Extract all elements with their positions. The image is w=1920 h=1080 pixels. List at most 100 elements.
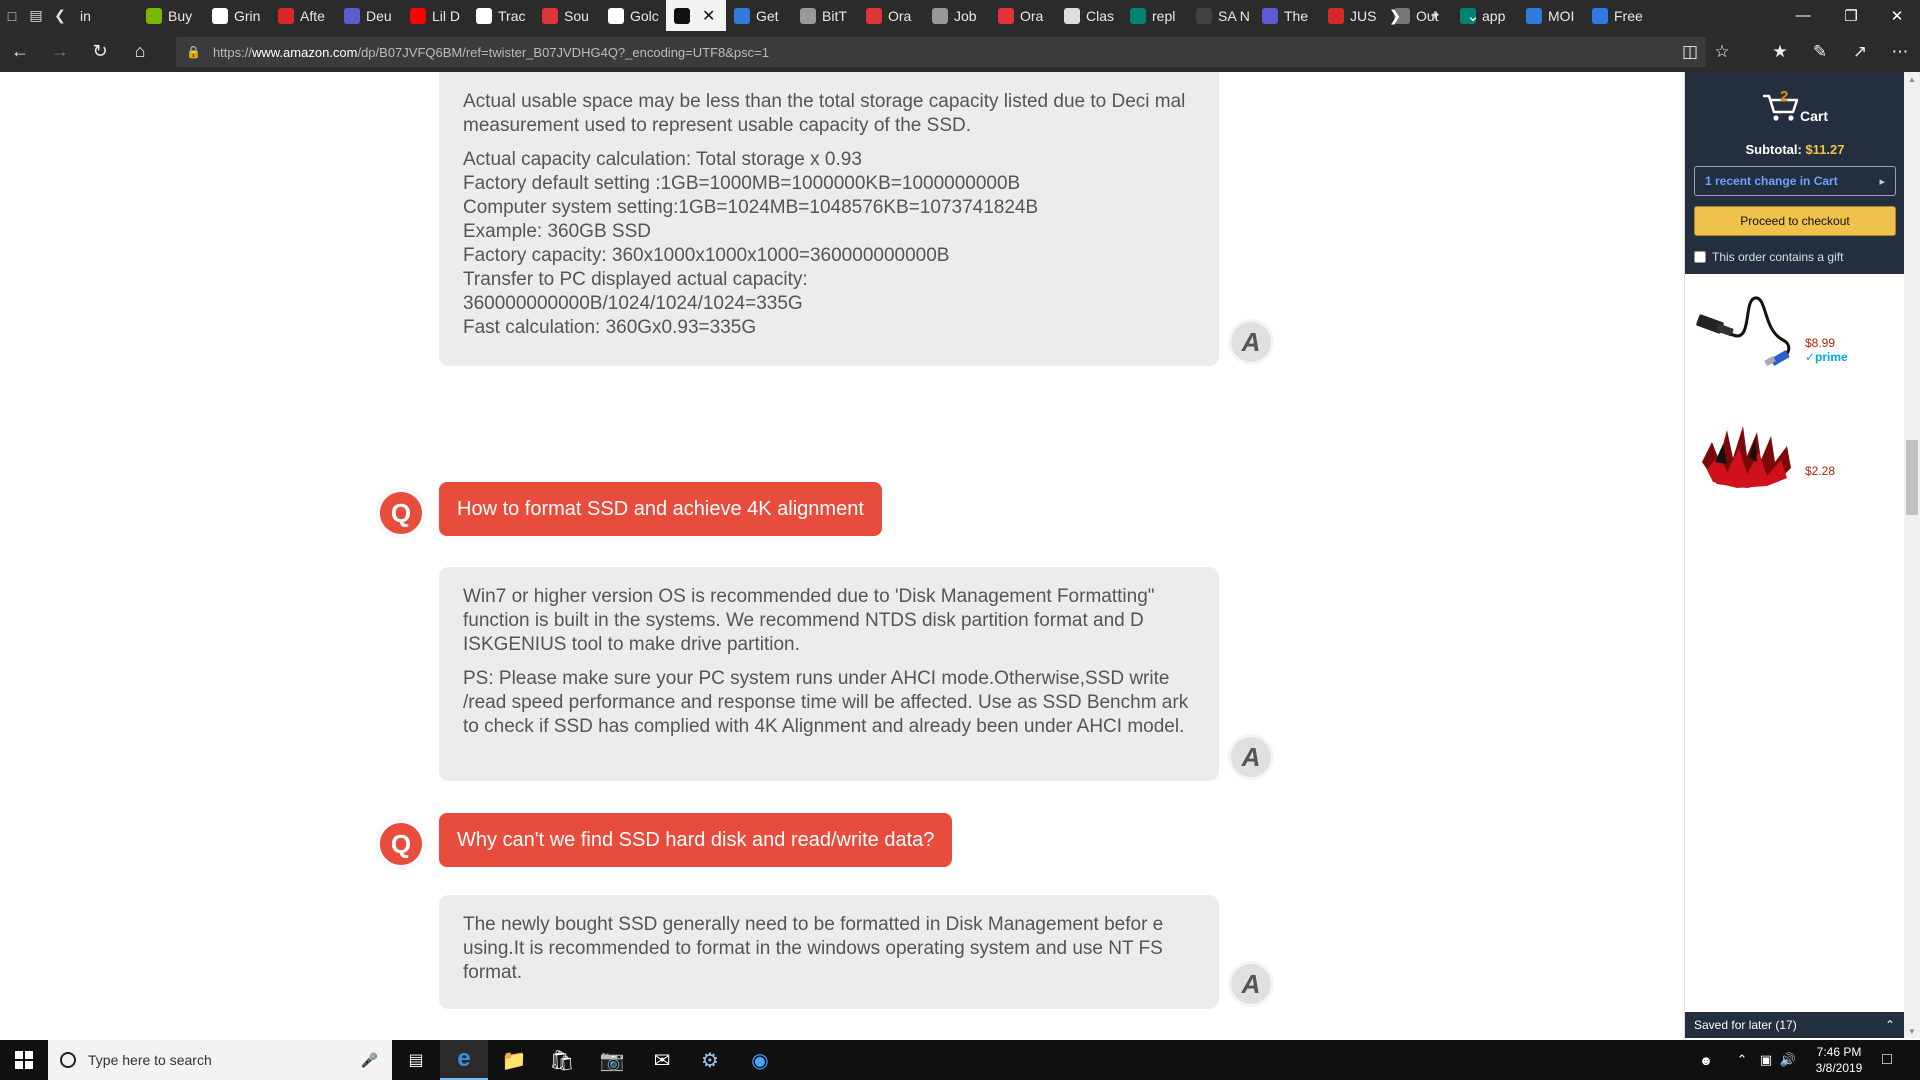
store-icon[interactable]: 🛍 (538, 1040, 586, 1080)
red-site-icon (278, 7, 294, 24)
costume-item-image[interactable] (1697, 422, 1797, 492)
browser-tab[interactable]: The (1254, 0, 1320, 31)
browser-tab[interactable]: in (72, 0, 138, 31)
show-hidden-icons-chevron[interactable]: ⌃ (1730, 1040, 1754, 1080)
scroll-up-arrow-icon[interactable]: ▲ (1904, 72, 1920, 86)
item-price: $8.99 (1805, 336, 1836, 350)
app-icon[interactable]: 📷 (588, 1040, 636, 1080)
scroll-tabs-left-icon[interactable]: ❮ (48, 0, 72, 31)
microphone-icon[interactable]: 🎤 (361, 1052, 378, 1069)
uplay-icon[interactable]: ◉ (736, 1040, 784, 1080)
windows-start-icon[interactable] (0, 1040, 48, 1080)
chevron-up-icon[interactable]: ⌃ (1885, 1018, 1895, 1032)
minimize-icon[interactable]: — (1780, 0, 1826, 31)
browser-tab[interactable]: Buy (138, 0, 204, 31)
question-text: How to format SSD and achieve 4K alignme… (457, 497, 864, 520)
tab-manager-icon[interactable]: □ (0, 0, 24, 31)
saved-for-later-bar[interactable]: Saved for later (17) ⌃ (1685, 1012, 1905, 1038)
window-close-icon[interactable]: ✕ (1874, 0, 1920, 31)
browser-tab[interactable]: MOI (1518, 0, 1584, 31)
file-explorer-icon[interactable]: 📁 (490, 1040, 538, 1080)
tab-label: Lil D (432, 7, 461, 24)
taskbar-search-box[interactable]: Type here to search 🎤 (48, 1040, 392, 1080)
browser-tab[interactable]: Job (924, 0, 990, 31)
youtube-icon (410, 7, 426, 24)
restore-icon[interactable]: ❐ (1828, 0, 1874, 31)
bing-icon (1130, 7, 1146, 24)
steam-icon[interactable]: ⚙ (686, 1040, 734, 1080)
favorite-star-icon[interactable]: ☆ (1702, 31, 1742, 72)
recent-change-button[interactable]: 1 recent change in Cart ▸ (1694, 166, 1896, 196)
browser-tab[interactable]: BitT (792, 0, 858, 31)
cart-header: 2 Cart Subtotal: $11.27 1 recent change … (1685, 72, 1905, 274)
pen-icon[interactable]: ✎ (1800, 31, 1840, 72)
subtotal: Subtotal: $11.27 (1685, 142, 1905, 157)
tab-label: Free (1614, 7, 1643, 24)
set-aside-tabs-icon[interactable]: ▤ (24, 0, 48, 31)
cart-label[interactable]: Cart (1800, 108, 1828, 124)
saved-for-later-label: Saved for later (17) (1694, 1018, 1797, 1032)
answer-line: Transfer to PC displayed actual capacity… (463, 269, 808, 290)
close-tab-icon[interactable]: ✕ (702, 6, 715, 26)
browser-tab[interactable]: Trac (468, 0, 534, 31)
browser-tab[interactable]: SA N (1188, 0, 1254, 31)
people-icon[interactable]: ☻ (1694, 1040, 1718, 1080)
lock-icon[interactable]: 🔒 (186, 45, 201, 59)
taskbar-clock[interactable]: 7:46 PM 3/8/2019 (1808, 1044, 1870, 1076)
browser-tab[interactable]: Deu (336, 0, 402, 31)
cart-item[interactable]: $8.99 ✓prime (1685, 282, 1905, 402)
network-icon[interactable]: ▣ (1754, 1040, 1778, 1080)
address-bar[interactable]: 🔒 https://www.amazon.com/dp/B07JVFQ6BM/r… (176, 37, 1706, 67)
browser-tab[interactable]: repl (1122, 0, 1188, 31)
page-scrollbar[interactable] (1904, 72, 1920, 1038)
sa-icon (1196, 7, 1212, 24)
browser-tab[interactable]: Golc (600, 0, 666, 31)
question-avatar-icon: Q (377, 820, 425, 868)
scroll-down-arrow-icon[interactable]: ▼ (1904, 1024, 1920, 1038)
tab-preview-chevron-icon[interactable]: ⌄ (1450, 0, 1496, 31)
home-icon[interactable]: ⌂ (120, 31, 160, 72)
recent-change-label: 1 recent change in Cart (1705, 174, 1838, 188)
browser-tab[interactable]: Ora (858, 0, 924, 31)
mail-icon[interactable]: ✉ (638, 1040, 686, 1080)
edge-browser-icon[interactable]: e (440, 1040, 488, 1080)
more-icon[interactable]: ⋯ (1880, 31, 1920, 72)
tab-label: MOI (1548, 7, 1575, 24)
oracle-icon (542, 7, 558, 24)
clock-time: 7:46 PM (1816, 1045, 1862, 1059)
browser-tab[interactable]: Ora (990, 0, 1056, 31)
volume-icon[interactable]: 🔊 (1776, 1040, 1800, 1080)
browser-tab[interactable]: Get (726, 0, 792, 31)
item-price: $2.28 (1805, 464, 1836, 478)
gift-checkbox[interactable] (1694, 251, 1706, 263)
globe-icon (1064, 7, 1080, 24)
browser-tab[interactable]: Grin (204, 0, 270, 31)
share-icon[interactable]: ↗ (1840, 31, 1880, 72)
active-browser-tab[interactable]: ✕ (666, 0, 726, 31)
gift-label: This order contains a gift (1712, 250, 1844, 264)
back-icon[interactable]: ← (0, 31, 40, 72)
gift-option[interactable]: This order contains a gift (1694, 250, 1843, 264)
task-view-icon[interactable]: ▤ (392, 1040, 440, 1080)
tab-label: Golc (630, 7, 659, 24)
tab-label: Deu (366, 7, 392, 24)
browser-tab[interactable]: Lil D (402, 0, 468, 31)
answer-line: Example: 360GB SSD (463, 221, 651, 242)
proceed-to-checkout-button[interactable]: Proceed to checkout (1694, 206, 1896, 236)
refresh-icon[interactable]: ↻ (80, 31, 120, 72)
tab-label: Clas (1086, 7, 1115, 24)
g-icon (1262, 7, 1278, 24)
browser-tab[interactable]: Free (1584, 0, 1650, 31)
sata-cable-image[interactable] (1693, 290, 1803, 370)
browser-tab[interactable]: Clas (1056, 0, 1122, 31)
cart-item[interactable]: $2.28 (1685, 422, 1905, 542)
tab-label: Sou (564, 7, 589, 24)
action-center-icon[interactable]: □ (1872, 1040, 1902, 1080)
answer-text: Win7 or higher version OS is recommended… (463, 586, 1155, 655)
favorites-hub-icon[interactable]: ★ (1760, 31, 1800, 72)
forward-icon[interactable]: → (40, 31, 80, 72)
answer-text: PS: Please make sure your PC system runs… (463, 668, 1189, 737)
browser-tab[interactable]: Afte (270, 0, 336, 31)
scroll-thumb[interactable] (1906, 440, 1918, 515)
browser-tab[interactable]: Sou (534, 0, 600, 31)
